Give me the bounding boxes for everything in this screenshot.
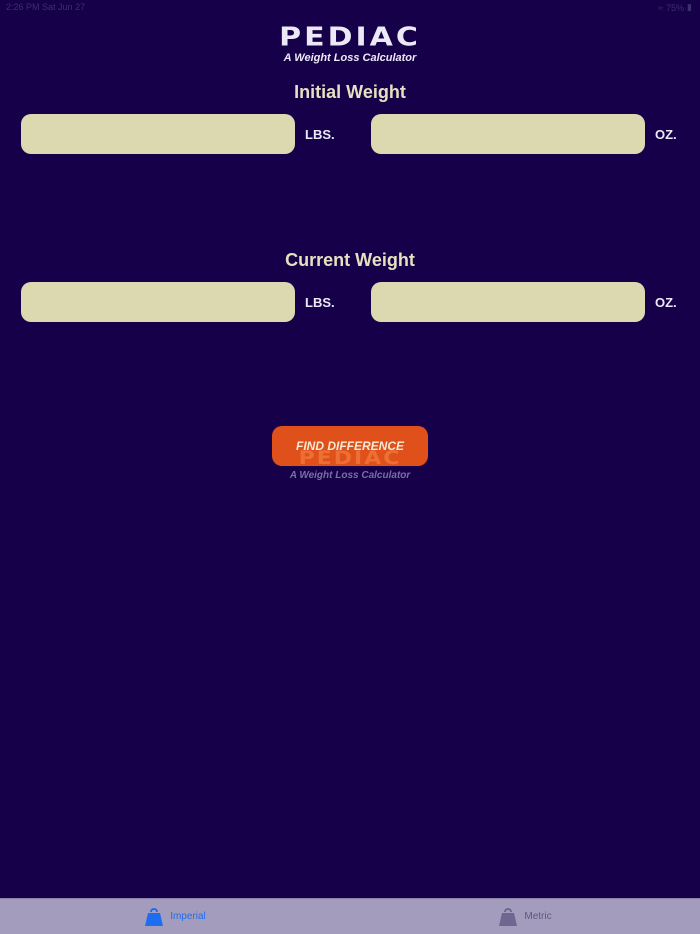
status-bar: 2:26 PM Sat Jun 27 ≈ 75% ▮ xyxy=(0,0,700,14)
initial-weight-title: Initial Weight xyxy=(294,82,406,102)
tab-metric-label: Metric xyxy=(524,911,552,922)
tab-metric[interactable]: Metric xyxy=(350,899,700,934)
find-difference-button[interactable]: FIND DIFFERENCE xyxy=(272,426,428,466)
initial-oz-unit: OZ. xyxy=(655,127,677,142)
tab-imperial[interactable]: Imperial xyxy=(0,899,350,934)
app-logo: PEDIAC A Weight Loss Calculator xyxy=(0,22,700,64)
current-oz-input[interactable] xyxy=(371,282,645,322)
status-date: Sat Jun 27 xyxy=(42,2,86,12)
current-lbs-input[interactable] xyxy=(21,282,295,322)
app-subtitle: A Weight Loss Calculator xyxy=(283,52,417,64)
status-indicators: ≈ 75% ▮ xyxy=(658,2,692,13)
current-lbs-unit: LBS. xyxy=(305,295,335,310)
status-time-date: 2:26 PM Sat Jun 27 xyxy=(6,2,85,12)
battery-level: 75% xyxy=(666,2,685,13)
battery-icon: ▮ xyxy=(687,2,692,12)
tab-imperial-label: Imperial xyxy=(170,911,206,922)
current-weight-title: Current Weight xyxy=(285,250,415,270)
weight-icon xyxy=(144,907,164,927)
initial-lbs-unit: LBS. xyxy=(305,127,335,142)
status-time: 2:26 PM xyxy=(6,2,40,12)
tab-bar: Imperial Metric xyxy=(0,898,700,934)
current-oz-unit: OZ. xyxy=(655,295,677,310)
initial-lbs-input[interactable] xyxy=(21,114,295,154)
wifi-icon: ≈ xyxy=(658,2,664,13)
app-screen: 2:26 PM Sat Jun 27 ≈ 75% ▮ PEDIAC A Weig… xyxy=(0,0,700,934)
app-title: PEDIAC xyxy=(279,22,421,53)
weight-icon xyxy=(498,907,518,927)
watermark-subtitle: A Weight Loss Calculator xyxy=(289,470,411,481)
initial-oz-input[interactable] xyxy=(371,114,645,154)
